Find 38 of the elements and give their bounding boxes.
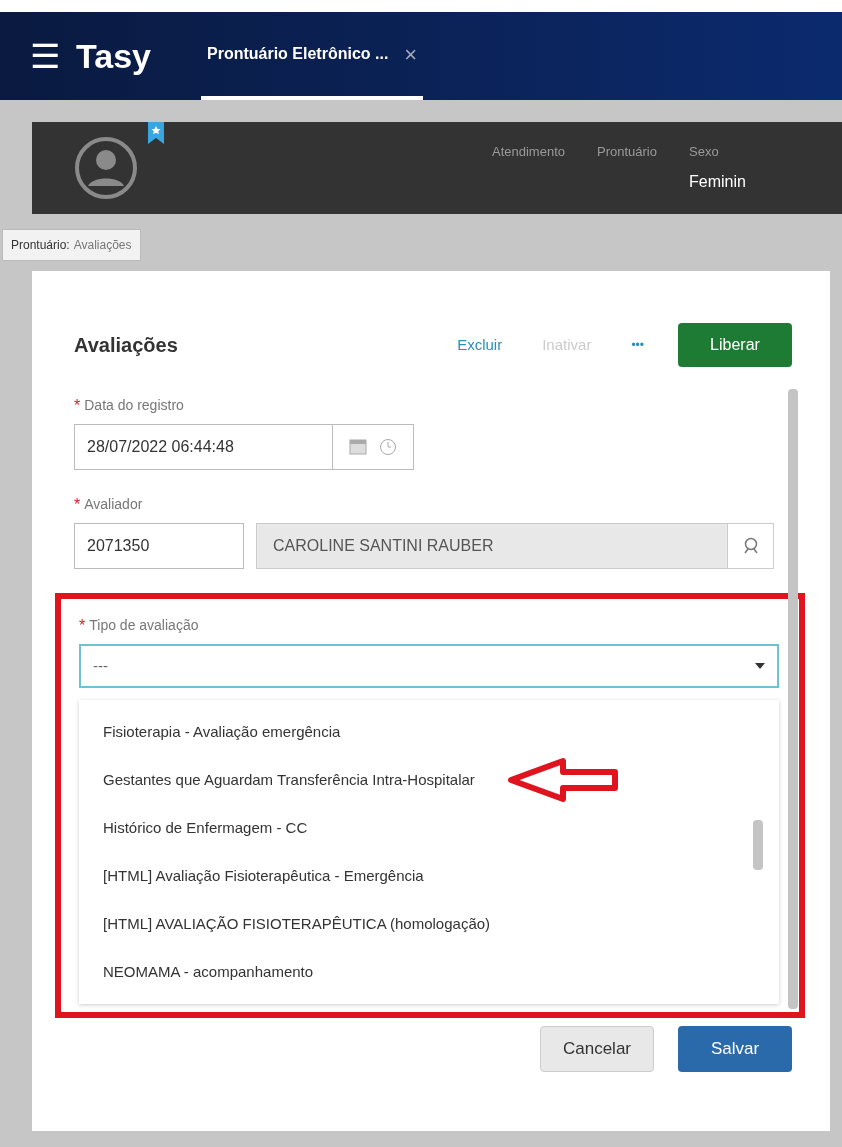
- patient-field-label: Prontuário: [597, 143, 657, 161]
- option-item[interactable]: [HTML] Avaliação Fisioterapêutica - Emergência: [103, 864, 424, 888]
- bookmark-star-icon[interactable]: [148, 122, 164, 144]
- select-value: ---: [93, 655, 109, 676]
- avatar-icon: [74, 136, 138, 200]
- patient-field-value: Feminin: [689, 171, 746, 192]
- caret-icon: [755, 663, 765, 669]
- breadcrumb-page: Avaliações: [73, 237, 132, 254]
- list-scrollbar: [753, 820, 763, 870]
- close-icon[interactable]: ×: [404, 37, 418, 71]
- required-marker: *: [74, 496, 81, 513]
- field-label: Data do registro: [84, 396, 184, 415]
- cancel-button[interactable]: Cancelar: [540, 1026, 654, 1072]
- field-label: Avaliador: [84, 495, 143, 514]
- release-button[interactable]: Liberar: [678, 323, 792, 367]
- breadcrumb-section: Prontuário:: [11, 236, 70, 254]
- menu-icon[interactable]: ☰: [30, 39, 60, 73]
- app-logo: Tasy: [76, 35, 151, 77]
- action-link[interactable]: Excluir: [457, 333, 503, 357]
- search-icon[interactable]: [741, 537, 760, 555]
- save-button[interactable]: Salvar: [678, 1026, 792, 1072]
- required-marker: *: [74, 397, 81, 414]
- name-field[interactable]: CAROLINE SANTINI RAUBER: [256, 523, 728, 569]
- option-item[interactable]: Histórico de Enfermagem - CC: [103, 816, 308, 840]
- field-label: Tipo de avaliação: [89, 616, 199, 635]
- breadcrumb[interactable]: Prontuário: Avaliações: [2, 229, 141, 261]
- option-item[interactable]: Fisioterapia - Avaliação emergência: [103, 720, 341, 744]
- required-marker: *: [79, 617, 86, 634]
- more-button[interactable]: •••: [631, 336, 644, 354]
- patient-field-label: Sexo: [689, 143, 720, 161]
- option-item[interactable]: NEOMAMA - acompanhamento: [103, 960, 314, 984]
- option-item[interactable]: Gestantes que Aguardam Transferência Intra-Hospitalar: [103, 768, 475, 792]
- date-field[interactable]: 28/07/2022 06:44:48: [74, 424, 333, 470]
- type-select[interactable]: ---: [79, 644, 779, 688]
- option-item[interactable]: [HTML] AVALIAÇÃO FISIOTERAPÊUTICA (homologação): [103, 912, 491, 936]
- patient-field-label: Atendimento: [492, 143, 565, 161]
- panel-title: Avaliações: [74, 333, 179, 358]
- code-field[interactable]: 2071350: [74, 523, 244, 569]
